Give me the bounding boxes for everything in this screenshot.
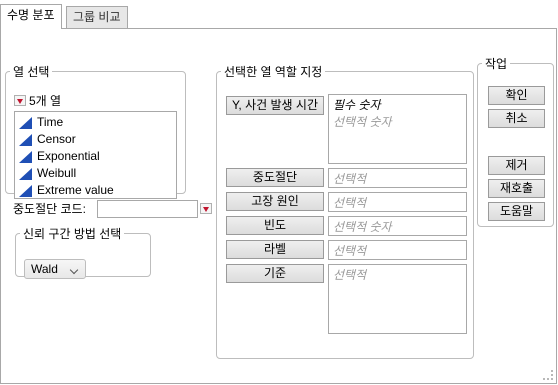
y-required-text: 필수 숫자 [333,98,381,112]
column-item[interactable]: Time [19,114,176,131]
y-role-box[interactable]: 필수 숫자 선택적 숫자 [328,94,467,164]
column-list[interactable]: Time Censor Exponential Weibull Extreme … [14,111,177,199]
confidence-method-select[interactable]: Wald [24,259,86,279]
tab-bar: 수명 분포 그룹 비교 [0,0,558,29]
roles-title: 선택한 열 역할 지정 [224,65,323,79]
column-count-label: 5개 열 [29,94,62,108]
select-columns-group: 열 선택 5개 열 Time Censor Exponential Weibul… [5,63,186,199]
column-item[interactable]: Extreme value [19,182,176,199]
column-name: Exponential [37,149,100,163]
censor-role-box[interactable]: 선택적 [328,168,467,188]
censor-role-button[interactable]: 중도절단 [226,168,324,187]
dialog-panel: 열 선택 5개 열 Time Censor Exponential Weibul… [0,28,557,384]
help-button[interactable]: 도움말 [488,202,545,221]
tab-life-distribution[interactable]: 수명 분포 [0,4,62,29]
remove-button[interactable]: 제거 [488,156,545,175]
censor-code-label: 중도절단 코드: [13,202,86,216]
freq-role-box[interactable]: 선택적 숫자 [328,216,467,236]
freq-role-button[interactable]: 빈도 [226,216,324,235]
cancel-button[interactable]: 취소 [488,109,545,128]
ok-button[interactable]: 확인 [488,86,545,105]
censor-code-menu-triangle-icon[interactable] [200,203,212,214]
by-role-button[interactable]: 기준 [226,264,324,283]
action-title: 작업 [485,57,508,71]
continuous-icon [19,150,32,163]
continuous-icon [19,167,32,180]
columns-menu-triangle-icon[interactable] [14,95,26,106]
column-name: Extreme value [37,183,114,197]
select-columns-title: 열 선택 [13,65,50,79]
chevron-down-icon [69,265,79,275]
confidence-method-value: Wald [31,262,58,276]
label-role-button[interactable]: 라벨 [226,240,324,259]
recall-button[interactable]: 재호출 [488,179,545,198]
y-time-to-event-button[interactable]: Y, 사건 발생 시간 [226,96,324,115]
column-name: Weibull [37,166,77,180]
tab-group-compare[interactable]: 그룹 비교 [66,6,128,28]
failure-cause-role-button[interactable]: 고장 원인 [226,192,324,211]
column-name: Time [37,115,64,129]
continuous-icon [19,133,32,146]
continuous-icon [19,116,32,129]
column-count-row: 5개 열 [14,92,61,109]
action-group: 작업 확인 취소 제거 재호출 도움말 [477,55,554,227]
column-item[interactable]: Exponential [19,148,176,165]
column-name: Censor [37,132,76,146]
y-placeholder-text: 선택적 숫자 [333,115,392,129]
resize-grip-icon[interactable] [543,370,553,380]
column-item[interactable]: Censor [19,131,176,148]
label-role-box[interactable]: 선택적 [328,240,467,260]
by-role-box[interactable]: 선택적 [328,264,467,334]
failure-cause-role-box[interactable]: 선택적 [328,192,467,212]
confidence-method-group: 신뢰 구간 방법 선택 Wald [15,225,151,279]
column-item[interactable]: Weibull [19,165,176,182]
censor-code-input[interactable] [97,200,198,218]
confidence-method-title: 신뢰 구간 방법 선택 [23,227,122,241]
continuous-icon [19,184,32,197]
roles-group: 선택한 열 역할 지정 Y, 사건 발생 시간 필수 숫자 선택적 숫자 중도절… [216,63,474,359]
